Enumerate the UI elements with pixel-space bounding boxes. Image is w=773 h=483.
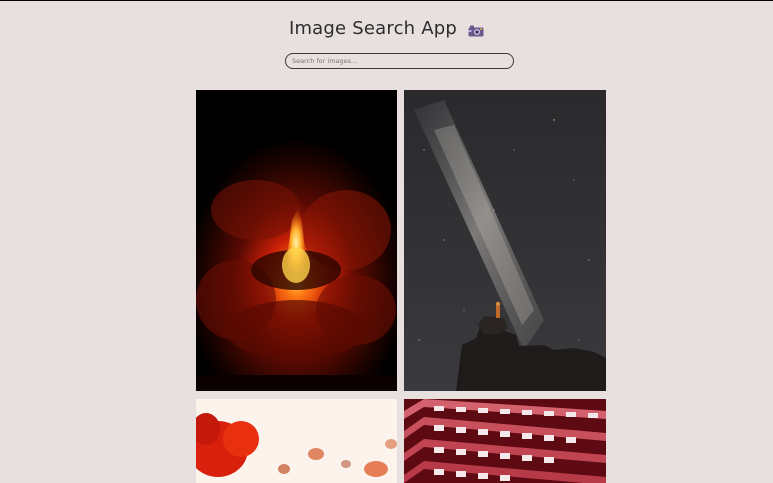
milky-way-image	[404, 90, 606, 391]
window-top-border	[0, 0, 773, 1]
header: Image Search App	[0, 18, 773, 39]
volcano-image	[196, 90, 397, 391]
image-card-building[interactable]	[404, 399, 606, 483]
poppy-image	[196, 399, 397, 483]
image-card-poppy[interactable]	[196, 399, 397, 483]
search-input[interactable]	[285, 53, 514, 69]
camera-icon	[468, 22, 484, 36]
image-card-milky-way[interactable]	[404, 90, 606, 391]
page-title: Image Search App	[288, 18, 457, 39]
search-bar	[285, 48, 514, 69]
image-card-volcano[interactable]	[196, 90, 397, 391]
building-image	[404, 399, 606, 483]
